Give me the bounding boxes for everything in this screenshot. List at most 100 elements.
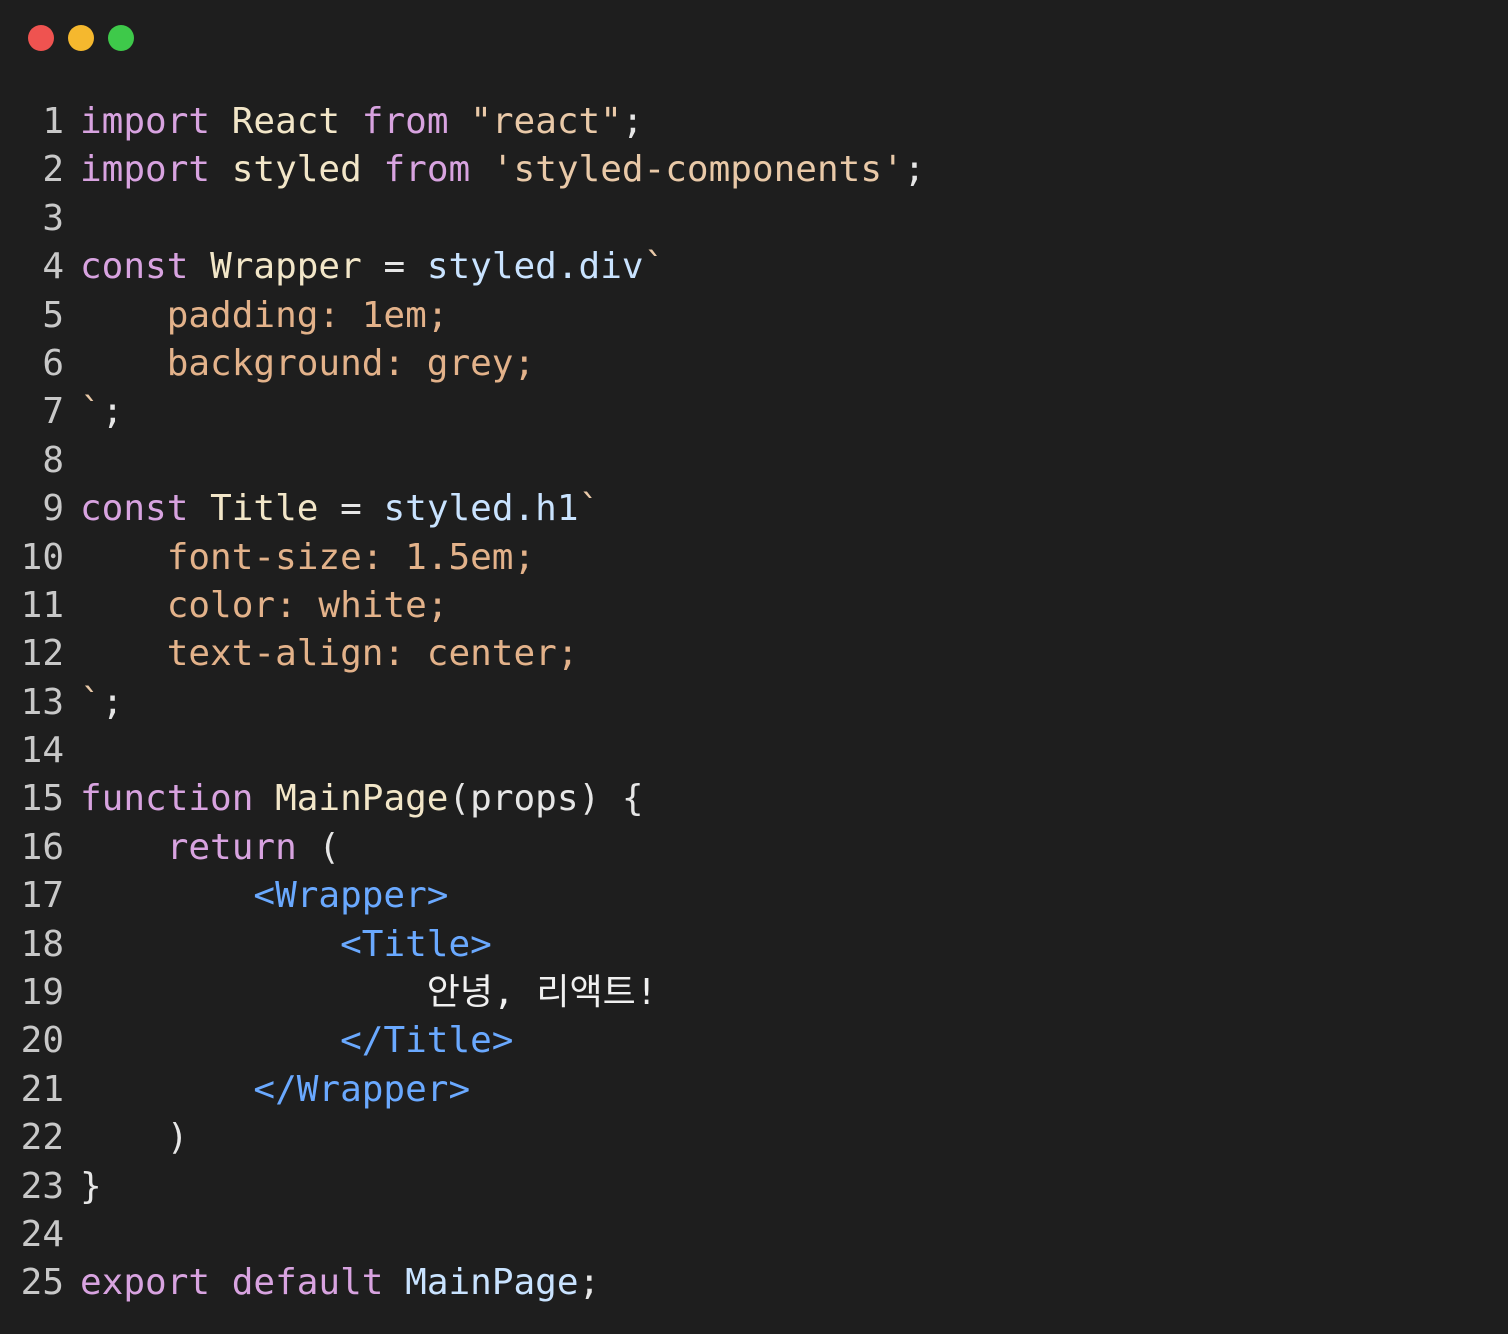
code-token: const — [80, 488, 189, 530]
line-number: 11 — [20, 584, 64, 626]
code-token: ; — [101, 681, 124, 723]
line-number: 1 — [42, 101, 64, 142]
line-content: text-align: center; — [80, 630, 579, 678]
code-editor[interactable]: 1 import React from "react"; 2 import style… — [0, 98, 926, 1308]
code-line[interactable]: 11 color: white; — [0, 582, 925, 630]
line-number: 5 — [42, 294, 64, 336]
line-content: 안녕, 리액트! — [80, 969, 658, 1017]
code-line[interactable]: 5 padding: 1em; — [0, 292, 925, 340]
code-token: Title — [210, 488, 319, 530]
line-number: 2 — [42, 149, 64, 191]
line-content: export default MainPage; — [80, 1259, 600, 1307]
code-line[interactable]: 15 function MainPage(props) { — [0, 775, 925, 823]
line-content: } — [80, 1163, 102, 1211]
line-content: </Wrapper> — [80, 1066, 470, 1114]
code-token: ( — [296, 826, 341, 868]
code-line[interactable]: 17 <Wrapper> — [0, 872, 925, 920]
line-number: 21 — [20, 1068, 64, 1110]
code-token: = — [318, 488, 384, 530]
code-token: = — [361, 246, 427, 288]
line-content: `; — [80, 679, 123, 727]
code-line[interactable]: 16 return ( — [0, 824, 925, 872]
code-token: </Wrapper> — [253, 1068, 471, 1110]
line-content: return ( — [80, 824, 340, 872]
line-content: import styled from 'styled-components'; — [80, 146, 925, 194]
code-token: function — [80, 778, 254, 820]
line-content: color: white; — [80, 582, 449, 630]
code-token: (props) { — [448, 778, 644, 820]
code-token: ` — [80, 681, 102, 723]
code-line[interactable]: 20 </Title> — [0, 1017, 925, 1065]
code-line[interactable]: 1 import React from "react"; — [0, 98, 925, 146]
code-token: <Wrapper> — [253, 875, 449, 917]
code-token: background: grey; — [80, 342, 536, 384]
code-token: React — [231, 101, 341, 142]
code-token: </Title> — [340, 1020, 514, 1062]
code-token: from — [361, 101, 449, 142]
line-content: `; — [80, 388, 123, 436]
code-token: styled.h1 — [383, 488, 579, 530]
code-line[interactable]: 10 font-size: 1.5em; — [0, 534, 925, 582]
code-line[interactable]: 6 background: grey; — [0, 340, 925, 388]
code-token: ` — [578, 488, 601, 530]
code-token: import — [80, 149, 211, 191]
close-button[interactable] — [28, 25, 54, 51]
code-token: from — [383, 149, 471, 191]
code-line[interactable]: 14 — [0, 727, 925, 775]
line-number: 22 — [20, 1117, 64, 1159]
line-number: 23 — [20, 1165, 64, 1207]
minimize-button[interactable] — [68, 25, 94, 51]
code-line[interactable]: 13 `; — [0, 679, 925, 727]
code-token: <Title> — [340, 923, 492, 965]
code-token: ; — [101, 391, 124, 433]
code-line[interactable]: 21 </Wrapper> — [0, 1066, 925, 1114]
code-line[interactable]: 19 안녕, 리액트! — [0, 969, 925, 1017]
line-number: 15 — [20, 778, 64, 820]
code-token: import — [80, 101, 211, 142]
code-token: 'styled-components' — [491, 149, 904, 191]
code-token: ; — [903, 149, 926, 191]
code-line[interactable]: 9 const Title = styled.h1` — [0, 485, 925, 533]
line-number: 20 — [20, 1020, 64, 1062]
code-window: 1 import React from "react"; 2 import style… — [0, 0, 1508, 1334]
code-line[interactable]: 3 — [0, 195, 925, 243]
code-token: default — [231, 1262, 384, 1304]
line-content: <Wrapper> — [80, 872, 448, 920]
code-line[interactable]: 12 text-align: center; — [0, 630, 925, 678]
code-token: MainPage — [405, 1262, 579, 1304]
line-content: const Wrapper = styled.div` — [80, 243, 665, 291]
code-line[interactable]: 25 export default MainPage; — [0, 1259, 925, 1307]
code-line[interactable]: 7 `; — [0, 388, 925, 436]
code-token: ; — [621, 101, 644, 142]
code-line[interactable]: 4 const Wrapper = styled.div` — [0, 243, 925, 291]
code-line[interactable]: 22 ) — [0, 1114, 925, 1162]
code-line[interactable]: 8 — [0, 437, 925, 485]
maximize-button[interactable] — [108, 25, 134, 51]
code-token: MainPage — [275, 778, 449, 820]
line-content: import React from "react"; — [80, 98, 644, 146]
line-number: 6 — [42, 342, 64, 384]
line-number: 17 — [20, 875, 64, 917]
code-line[interactable]: 23} — [0, 1163, 925, 1211]
line-number: 8 — [42, 439, 64, 481]
line-number: 19 — [20, 972, 64, 1014]
code-line[interactable]: 18 <Title> — [0, 921, 925, 969]
code-token: export — [80, 1262, 211, 1304]
code-line[interactable]: 24 — [0, 1211, 925, 1259]
line-content: </Title> — [80, 1017, 513, 1065]
line-number: 12 — [20, 633, 64, 675]
code-line[interactable]: 2 import styled from 'styled-components'; — [0, 146, 925, 194]
line-content: background: grey; — [80, 340, 535, 388]
code-token: styled.div — [426, 246, 644, 288]
line-number: 7 — [42, 391, 64, 433]
